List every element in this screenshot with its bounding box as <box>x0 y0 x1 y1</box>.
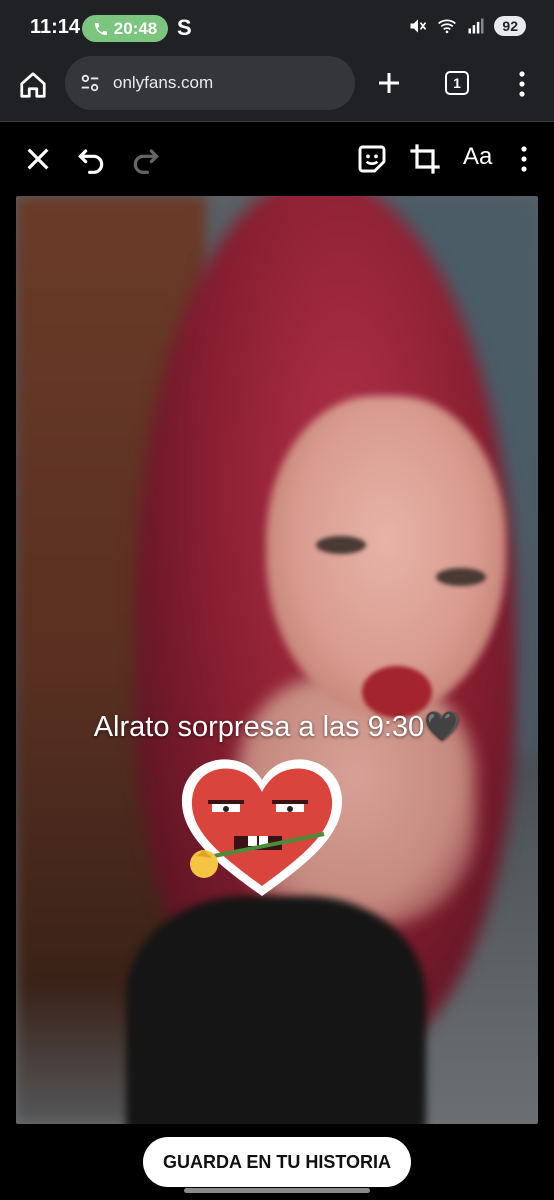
tabs-icon[interactable]: 1 <box>445 71 469 95</box>
close-icon[interactable] <box>22 143 54 175</box>
heart-rose-sticker[interactable] <box>174 752 350 902</box>
mute-icon <box>410 19 427 33</box>
new-tab-icon[interactable] <box>374 68 404 98</box>
tab-count: 1 <box>453 75 461 91</box>
more-vert-icon[interactable] <box>510 69 534 99</box>
save-to-story-button[interactable]: GUARDA EN TU HISTORIA <box>143 1137 411 1187</box>
call-timer: 20:48 <box>113 18 158 38</box>
home-icon[interactable] <box>18 70 48 100</box>
wifi-icon <box>438 19 457 34</box>
story-editor-toolbar: Aa <box>0 123 554 195</box>
site-info-icon[interactable] <box>79 72 101 94</box>
status-time: 11:14 <box>30 16 81 38</box>
phone-icon <box>94 22 107 35</box>
signal-icon <box>468 18 484 34</box>
story-caption-text[interactable]: Alrato sorpresa a las 9:30🖤 <box>16 710 538 744</box>
browser-toolbar: onlyfans.com 1 <box>0 56 554 122</box>
photo-clothing <box>126 896 426 1124</box>
text-tool-button[interactable]: Aa <box>463 143 492 171</box>
photo-eye-right <box>436 568 486 586</box>
undo-icon[interactable] <box>75 143 107 175</box>
story-photo[interactable]: Alrato sorpresa a las 9:30🖤 <box>16 196 538 1124</box>
carrier-glyph: S <box>177 15 192 40</box>
redo-icon[interactable] <box>130 143 162 175</box>
url-text: onlyfans.com <box>113 73 214 92</box>
status-indicators: 92 <box>408 16 526 36</box>
more-vert-icon[interactable] <box>512 143 536 175</box>
address-bar[interactable]: onlyfans.com <box>65 56 355 110</box>
ongoing-call-pill[interactable]: 20:48 <box>82 15 168 42</box>
photo-eye-left <box>316 536 366 554</box>
status-bar: 11:14 20:48 S 92 <box>0 0 554 56</box>
sticker-icon[interactable] <box>356 143 388 175</box>
battery-indicator: 92 <box>494 16 526 36</box>
gesture-home-indicator[interactable] <box>184 1188 370 1193</box>
crop-icon[interactable] <box>409 143 441 175</box>
